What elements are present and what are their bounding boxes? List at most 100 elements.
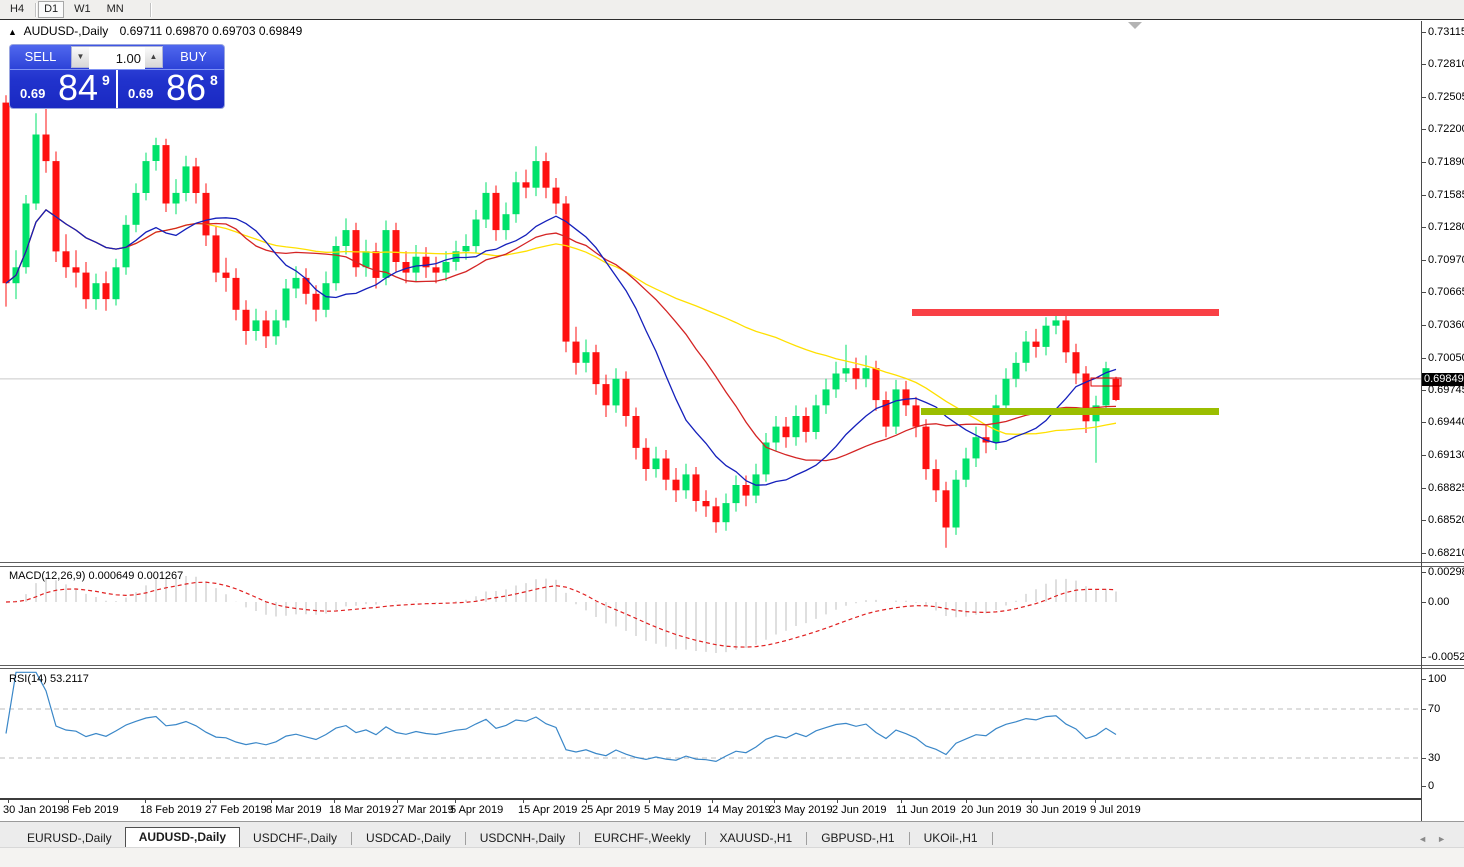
tab-gbpusd-h1[interactable]: GBPUSD-,H1: [808, 829, 907, 848]
sell-price-pip-digit: 9: [102, 72, 110, 88]
volume-increase-icon[interactable]: ▲: [145, 47, 162, 67]
tab-separator: [991, 832, 993, 845]
tab-xauusd-h1[interactable]: XAUUSD-,H1: [707, 829, 806, 848]
date-label: 11 Jun 2019: [896, 804, 956, 816]
date-label: 5 Apr 2019: [450, 804, 504, 816]
tab-separator: [704, 832, 706, 845]
date-label: 27 Feb 2019: [205, 804, 267, 816]
macd-axis-label: 0.002984: [1428, 566, 1464, 578]
chart-symbol-period: AUDUSD-,Daily: [23, 24, 109, 38]
tab-eurusd-daily[interactable]: EURUSD-,Daily: [14, 829, 125, 848]
price-axis-label: 0.73115: [1428, 26, 1464, 38]
tab-separator: [464, 832, 466, 845]
macd-axis-label: 0.00: [1428, 596, 1450, 608]
rsi-axis-label: 70: [1428, 703, 1441, 715]
rsi-panel[interactable]: [0, 669, 1421, 798]
price-axis-label-tick: [1422, 195, 1426, 196]
buy-price-pip-digit: 8: [210, 72, 218, 88]
timeframe-w1-button[interactable]: W1: [68, 1, 97, 18]
date-tick: [774, 800, 775, 803]
date-label: 14 May 2019: [707, 804, 771, 816]
date-label: 9 Jul 2019: [1090, 804, 1141, 816]
date-tick: [68, 800, 69, 803]
buy-button[interactable]: BUY: [163, 45, 224, 69]
buy-price-display[interactable]: 0.69 86 8: [118, 67, 224, 108]
tab-separator: [579, 832, 581, 845]
current-price-tag: 0.69849: [1422, 373, 1464, 386]
price-axis-label-tick: [1422, 520, 1426, 521]
date-tick: [397, 800, 398, 803]
support-line[interactable]: [921, 408, 1219, 415]
ma-fast-blue: [5, 209, 1117, 486]
tab-audusd-daily[interactable]: AUDUSD-,Daily: [124, 827, 241, 848]
date-label: 8 Feb 2019: [63, 804, 119, 816]
date-label: 15 Apr 2019: [518, 804, 578, 816]
price-axis-label-tick: [1422, 325, 1426, 326]
macd-indicator-label: MACD(12,26,9) 0.000649 0.001267: [9, 570, 184, 582]
collapse-triangle-icon[interactable]: ▲: [8, 27, 17, 37]
tab-scroll-arrows: ◄ ►: [1418, 834, 1446, 844]
rsi-axis-label: 0: [1428, 780, 1435, 792]
price-axis-label: 0.71280: [1428, 221, 1464, 233]
volume-spinner: ▼ ▲: [71, 46, 163, 69]
price-axis-label: 0.72505: [1428, 91, 1464, 103]
date-tick: [8, 800, 9, 803]
tab-usdcnh-daily[interactable]: USDCNH-,Daily: [467, 829, 578, 848]
sell-price-display[interactable]: 0.69 84 9: [10, 67, 118, 108]
date-tick: [523, 800, 524, 803]
date-tick: [901, 800, 902, 803]
price-axis-label: 0.70665: [1428, 286, 1464, 298]
volume-decrease-icon[interactable]: ▼: [72, 47, 89, 67]
tab-usdchf-daily[interactable]: USDCHF-,Daily: [240, 829, 350, 848]
price-axis-label-tick: [1422, 64, 1426, 65]
price-axis-label-tick: [1422, 358, 1426, 359]
date-tick: [455, 800, 456, 803]
date-label: 30 Jun 2019: [1026, 804, 1087, 816]
timeframe-d1-button[interactable]: D1: [38, 1, 65, 18]
date-label: 8 Mar 2019: [266, 804, 322, 816]
price-axis-label: 0.71585: [1428, 189, 1464, 201]
tab-usdcad-daily[interactable]: USDCAD-,Daily: [353, 829, 464, 848]
ma-slow-yellow: [5, 209, 1117, 435]
rsi-axis-label: 30: [1428, 752, 1441, 764]
tab-separator: [351, 832, 353, 845]
price-axis-label: 0.68210: [1428, 547, 1464, 559]
toolbar-separator: [149, 2, 152, 17]
rsi-axis-label-tick: [1422, 758, 1426, 759]
price-axis-label: 0.72810: [1428, 58, 1464, 70]
tab-scroll-left-icon[interactable]: ◄: [1418, 834, 1427, 844]
tab-eurchf-weekly[interactable]: EURCHF-,Weekly: [581, 829, 703, 848]
tab-ukoil-h1[interactable]: UKOil-,H1: [911, 829, 991, 848]
price-axis-label-tick: [1422, 488, 1426, 489]
price-axis-line: [1421, 21, 1422, 821]
tab-scroll-right-icon[interactable]: ►: [1437, 834, 1446, 844]
date-label: 23 May 2019: [769, 804, 833, 816]
sell-price-big-digits: 84: [58, 67, 99, 108]
date-label: 27 Mar 2019: [392, 804, 454, 816]
buy-price-big-digits: 86: [166, 67, 207, 108]
date-label: 2 Jun 2019: [832, 804, 887, 816]
timeframe-mn-button[interactable]: MN: [101, 1, 130, 18]
one-click-trading-panel: SELL ▼ ▲ BUY 0.69 84 9 0.69 86 8: [10, 45, 224, 108]
timeframe-h4-button[interactable]: H4: [4, 1, 30, 18]
volume-input[interactable]: [89, 47, 145, 69]
price-axis-label-tick: [1422, 32, 1426, 33]
price-axis-label: 0.70360: [1428, 319, 1464, 331]
macd-axis-label: -0.005256: [1428, 651, 1464, 663]
price-axis-label: 0.69130: [1428, 449, 1464, 461]
macd-panel[interactable]: [0, 567, 1421, 665]
date-tick: [586, 800, 587, 803]
date-tick: [1031, 800, 1032, 803]
chart-ohlc-values: 0.69711 0.69870 0.69703 0.69849: [119, 24, 303, 38]
resistance-line[interactable]: [912, 309, 1219, 316]
price-axis-label-tick: [1422, 227, 1426, 228]
rsi-axis-label-tick: [1422, 709, 1426, 710]
mt4-terminal: { "toolbar": { "timeframes": [ {"label":…: [0, 0, 1464, 867]
candlesticks: [2, 95, 1120, 548]
sell-button[interactable]: SELL: [10, 45, 71, 69]
price-axis-label-tick: [1422, 422, 1426, 423]
chart-shift-marker-icon[interactable]: [1128, 22, 1142, 29]
price-axis-label: 0.68825: [1428, 482, 1464, 494]
date-label: 5 May 2019: [644, 804, 702, 816]
date-axis[interactable]: 30 Jan 2019 8 Feb 2019 18 Feb 2019 27 Feb 2…: [0, 800, 1421, 821]
